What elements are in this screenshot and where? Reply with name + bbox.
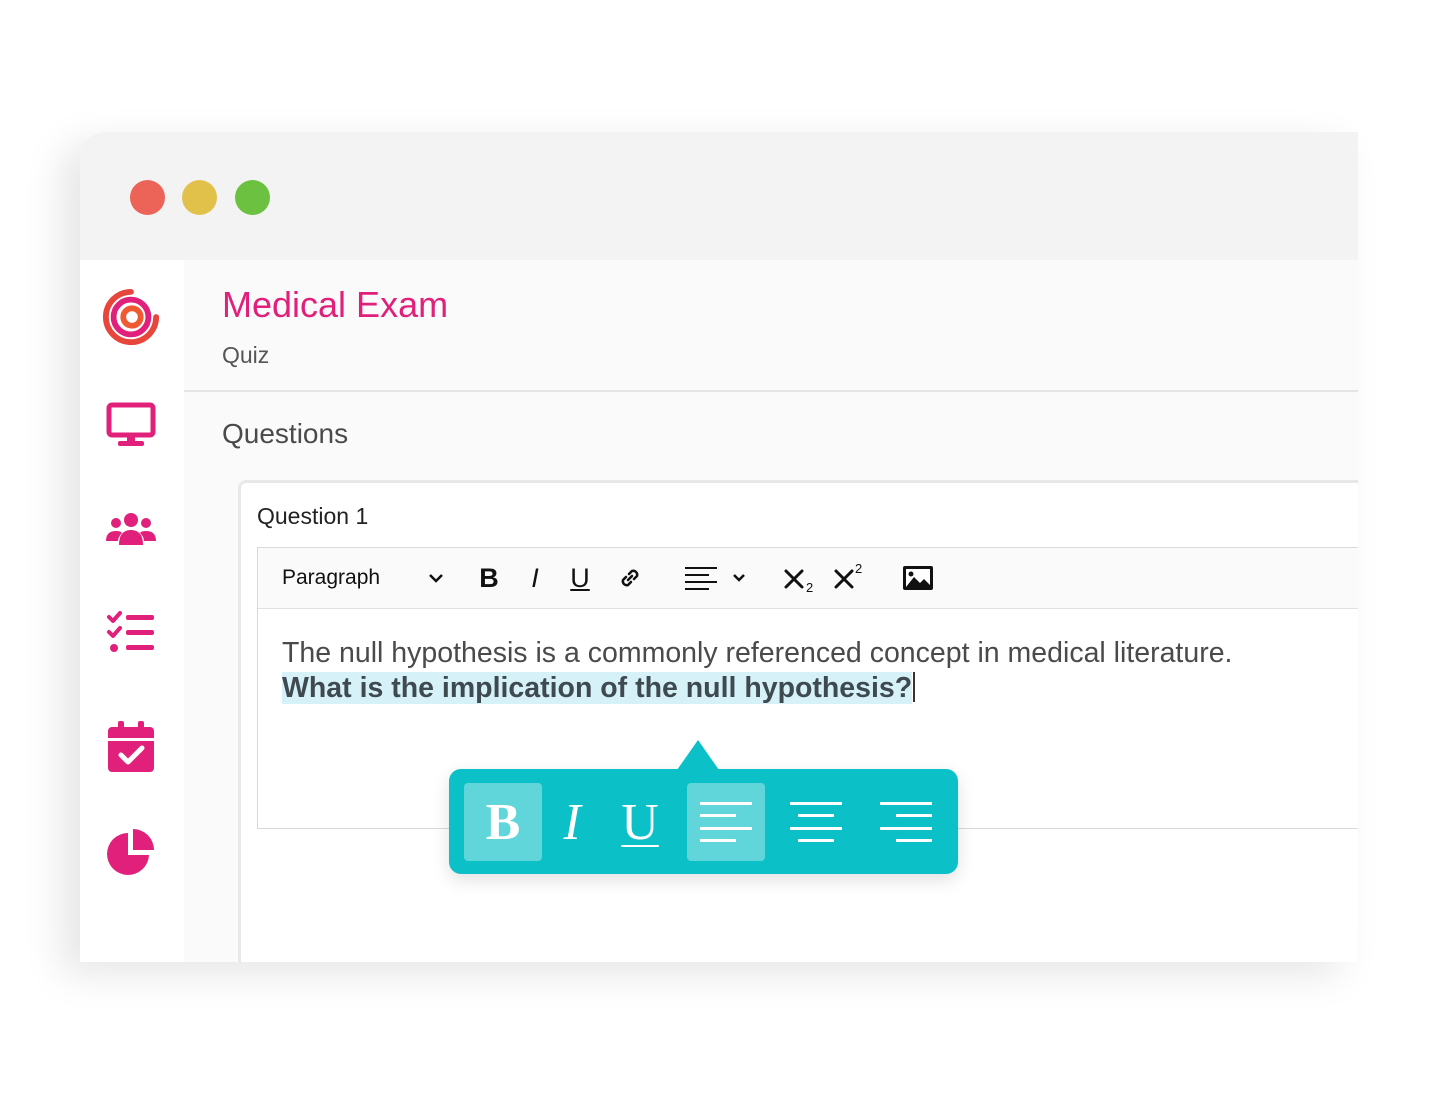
title-bar (80, 132, 1358, 260)
calendar-check-icon[interactable] (102, 718, 160, 776)
floating-align-right-button[interactable] (867, 783, 945, 861)
floating-bold-button[interactable]: B (464, 783, 542, 861)
align-center-icon (790, 802, 842, 842)
link-button[interactable] (614, 548, 646, 608)
chevron-down-icon (429, 574, 443, 583)
align-left-icon (700, 802, 752, 842)
pie-chart-icon[interactable] (102, 824, 160, 882)
floating-italic-button[interactable]: I (533, 783, 611, 861)
link-icon (621, 569, 639, 587)
checklist-icon[interactable] (102, 604, 160, 662)
align-dropdown-button[interactable] (682, 548, 748, 608)
floating-underline-button[interactable]: U (601, 783, 679, 861)
page-subtitle: Quiz (222, 342, 270, 368)
italic-button[interactable]: I (520, 548, 550, 608)
image-icon (903, 566, 933, 590)
sidebar (80, 260, 184, 962)
chevron-down-icon (733, 574, 745, 582)
logo-icon[interactable] (102, 288, 160, 346)
question-label: Question 1 (257, 503, 369, 529)
floating-align-left-button[interactable] (687, 783, 765, 861)
header-divider (184, 390, 1358, 392)
paragraph-format-label: Paragraph (282, 566, 381, 589)
minimize-window-button[interactable] (182, 180, 217, 215)
toolbar-pointer (677, 740, 719, 770)
superscript-button[interactable]: 2 (832, 548, 868, 608)
close-window-button[interactable] (130, 180, 165, 215)
content-line: The null hypothesis is a commonly refere… (282, 637, 1233, 669)
paragraph-format-select[interactable]: Paragraph (282, 548, 444, 608)
selected-text: What is the implication of the null hypo… (282, 672, 913, 704)
underline-button[interactable]: U (564, 548, 596, 608)
section-title: Questions (222, 418, 349, 449)
editor-content[interactable]: The null hypothesis is a commonly refere… (282, 636, 1318, 706)
subscript-button[interactable]: 2 (782, 548, 818, 608)
editor-toolbar: Paragraph B I U 2 2 (258, 548, 1358, 609)
floating-format-toolbar: B I U (449, 740, 958, 874)
superscript-icon: 2 (834, 563, 862, 589)
subscript-icon: 2 (784, 569, 813, 593)
page-title: Medical Exam (222, 284, 449, 325)
svg-text:2: 2 (855, 563, 862, 576)
bold-button[interactable]: B (474, 548, 504, 608)
align-left-icon (685, 567, 717, 590)
floating-align-center-button[interactable] (777, 783, 855, 861)
svg-text:2: 2 (806, 580, 813, 593)
users-icon[interactable] (102, 500, 160, 558)
maximize-window-button[interactable] (235, 180, 270, 215)
monitor-icon[interactable] (102, 396, 160, 454)
text-caret (913, 672, 916, 702)
align-right-icon (880, 802, 932, 842)
question-card: Question 1 Paragraph B I U 2 2 The null … (238, 480, 1358, 962)
insert-image-button[interactable] (900, 548, 936, 608)
